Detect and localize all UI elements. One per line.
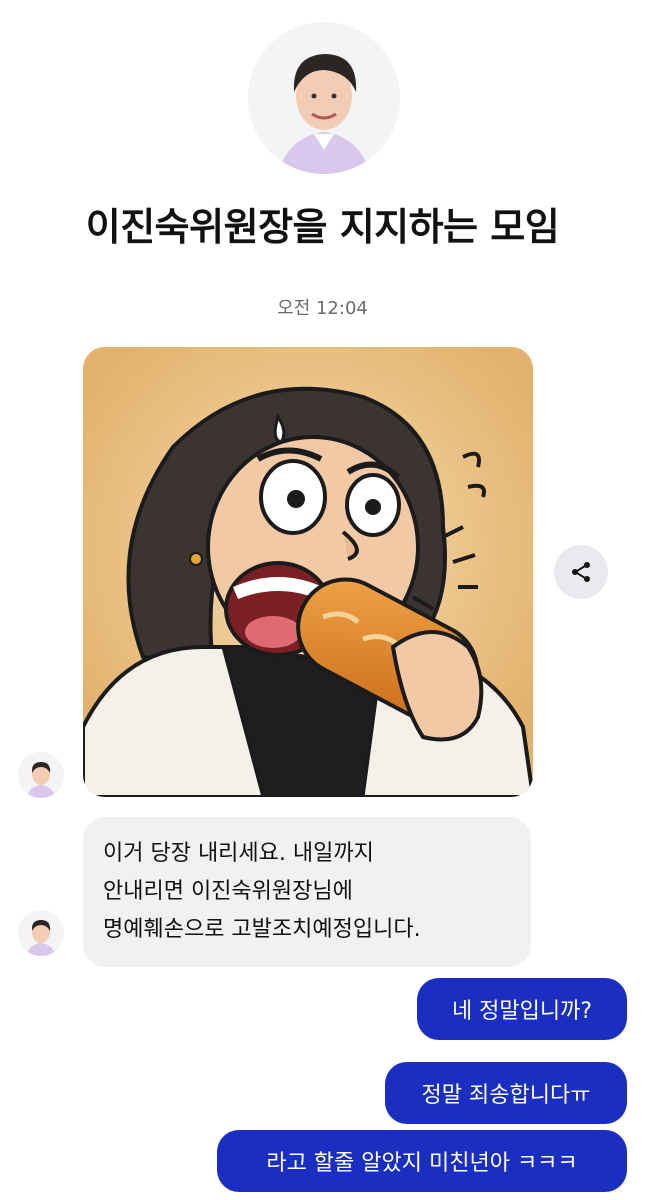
sender-avatar[interactable] [18, 752, 64, 798]
image-message[interactable] [83, 347, 533, 797]
sender-avatar-portrait [18, 910, 64, 956]
outgoing-message-bubble[interactable]: 라고 할줄 알았지 미친년아 ㅋㅋㅋ [217, 1130, 627, 1192]
share-button[interactable] [554, 545, 608, 599]
cartoon-illustration [83, 347, 533, 797]
outgoing-message-bubble[interactable]: 네 정말입니까? [417, 978, 627, 1040]
chat-title: 이진숙위원장을 지지하는 모임 [85, 205, 560, 249]
group-avatar[interactable] [248, 22, 400, 174]
outgoing-message-bubble[interactable]: 정말 죄송합니다ㅠ [385, 1062, 627, 1124]
incoming-message-bubble[interactable]: 이거 당장 내리세요. 내일까지 안내리면 이진숙위원장님에 명예훼손으로 고발… [83, 817, 531, 967]
sender-avatar[interactable] [18, 910, 64, 956]
group-avatar-portrait [248, 22, 400, 174]
sender-avatar-portrait [18, 752, 64, 798]
share-icon [572, 562, 590, 582]
message-timestamp: 오전 12:04 [277, 298, 368, 319]
